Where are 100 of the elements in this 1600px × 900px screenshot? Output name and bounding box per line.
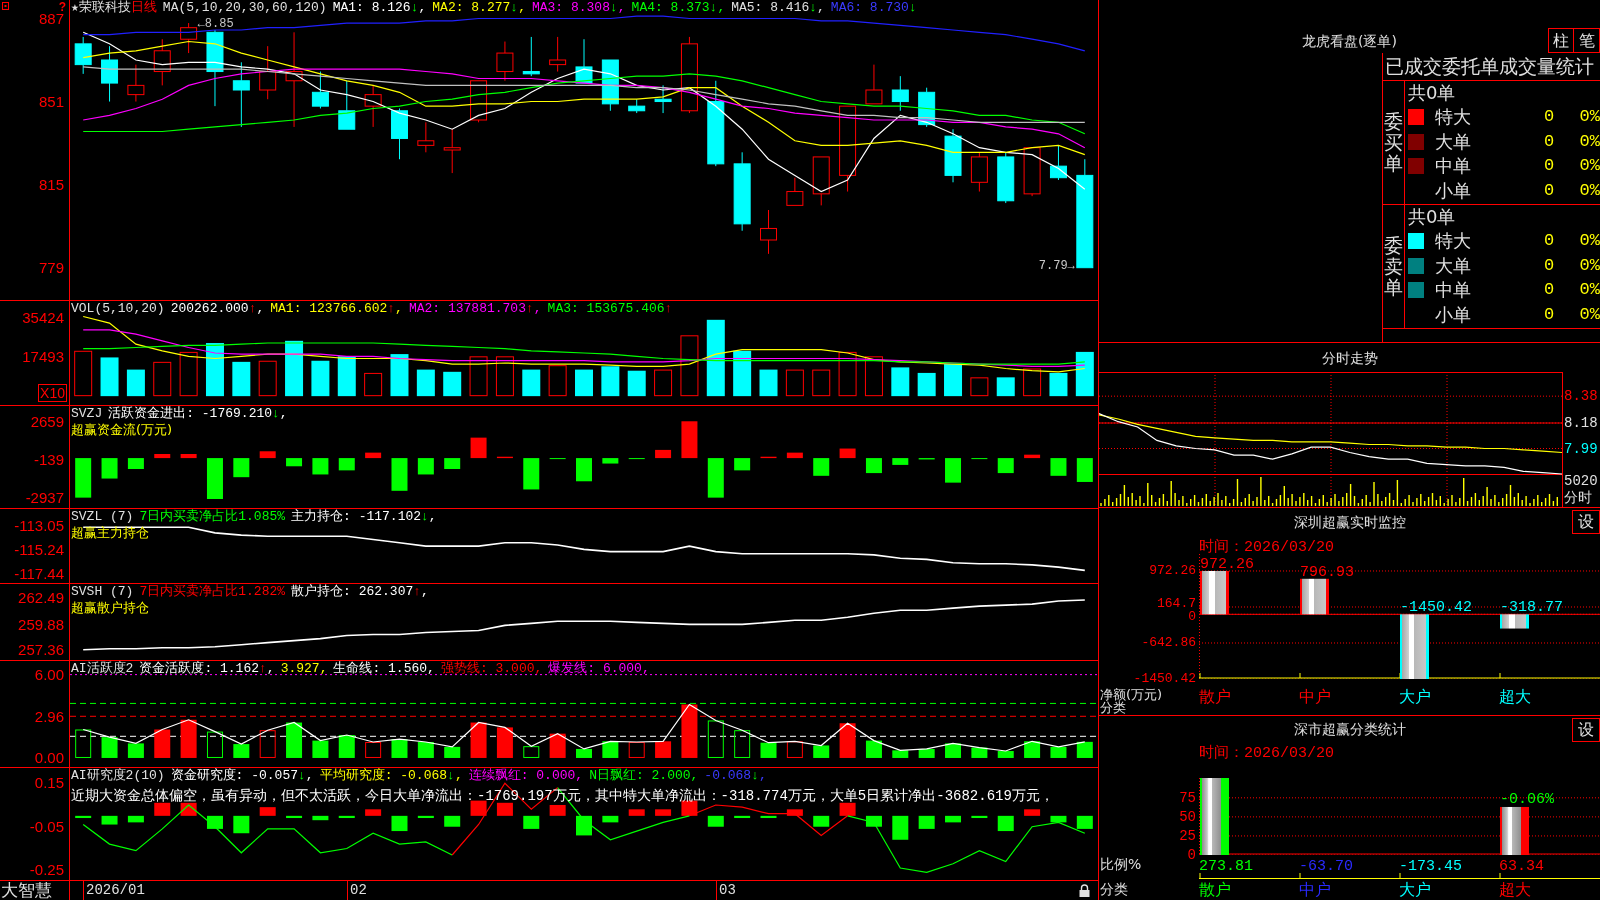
value-label: 796.93	[1300, 563, 1354, 581]
chart-legend: SVZJ 活跃资金进出: -1769.210↓,	[70, 406, 288, 422]
date-label: 2026/01	[83, 881, 145, 900]
chart-legend: ★荣联科技日线 MA(5,10,20,30,60,120) MA1: 8.126↓, MA2: 8.277↓, MA3: 8.308↓, MA4: 8.373↓, MA5: 8.416↓, MA6: 8.730↓	[70, 0, 917, 16]
axis-label: 262.49	[18, 589, 64, 608]
axis-label: 257.36	[18, 641, 64, 660]
candlestick	[127, 64, 145, 103]
order-total: 共0单	[1408, 82, 1456, 104]
axis-label: 164.7	[1157, 598, 1196, 610]
order-type: 小单	[1435, 303, 1471, 326]
axis-label: -1450.42	[1133, 673, 1196, 685]
time-label: 时间：2026/03/20	[1199, 745, 1334, 762]
axis-label: 75	[1179, 789, 1196, 806]
chart-legend: VOL(5,10,20) 200262.000↑, MA1: 123766.602↑, MA2: 137881.703↑, MA3: 153675.406↑	[70, 301, 673, 317]
axis-label: -115.24	[14, 540, 64, 559]
category-label: 散户	[1199, 880, 1231, 899]
axis-label: 6.00	[34, 665, 64, 684]
candlestick	[180, 22, 198, 54]
axis-label: 0.00	[34, 749, 64, 767]
candlestick	[74, 36, 92, 75]
settings-button[interactable]: 设	[1572, 510, 1600, 534]
order-count: 0	[1543, 304, 1555, 325]
value-label: -1450.42	[1400, 599, 1472, 617]
order-share: 0%	[1579, 131, 1600, 152]
category-label: 大户	[1399, 880, 1431, 899]
chart-legend: SVSH (7) 7日内买卖净占比1.282% 散户持仓: 262.307↑,	[70, 584, 429, 600]
axis-label: 8.38	[1564, 387, 1598, 406]
candlestick	[970, 151, 988, 193]
order-type: 中单	[1435, 279, 1471, 302]
order-count: 0	[1543, 180, 1555, 201]
axis-label: 2.96	[34, 707, 64, 726]
category-label: 超大	[1499, 687, 1531, 706]
date-label: 02	[347, 881, 367, 900]
settings-button[interactable]: 设	[1572, 718, 1600, 742]
candlestick	[812, 156, 830, 206]
axis-title: 分类	[1100, 881, 1128, 897]
order-share: 0%	[1579, 107, 1600, 128]
value-label: 972.26	[1200, 556, 1254, 573]
axis-label: 50	[1179, 808, 1196, 825]
order-share: 0%	[1579, 304, 1600, 325]
order-count: 0	[1543, 107, 1555, 128]
candlestick	[865, 64, 883, 105]
order-type: 特大	[1435, 230, 1471, 253]
category-label: 超大	[1499, 880, 1531, 899]
axis-label: 972.26	[1149, 565, 1196, 577]
axis-label: -0.25	[29, 861, 64, 880]
axis-label: 0	[1188, 611, 1196, 624]
candlestick	[232, 61, 250, 128]
order-type: 特大	[1435, 106, 1471, 129]
side-label: 委买单	[1384, 111, 1403, 174]
axis-label: 779	[38, 258, 64, 277]
indicator-title: 超赢主力持仓	[70, 525, 149, 541]
chart-legend: SVZL (7) 7日内买卖净占比1.085% 主力持仓: -117.102↓,	[70, 509, 437, 525]
category-label: 大户	[1399, 687, 1431, 706]
price-annotation: ←8.85	[197, 17, 234, 32]
axis-title: 分类	[1100, 701, 1126, 714]
category-label: 中户	[1299, 687, 1331, 706]
indicator-title: 超赢散户持仓	[70, 600, 149, 616]
order-total: 共0单	[1408, 206, 1456, 228]
candlestick	[1023, 147, 1041, 197]
axis-label: -139	[33, 451, 64, 469]
view-toggle[interactable]: 笔	[1574, 28, 1600, 53]
order-share: 0%	[1579, 156, 1600, 177]
candlestick	[311, 71, 329, 109]
candlestick	[944, 128, 962, 183]
candlestick	[153, 38, 171, 86]
net-value: -173.45	[1399, 858, 1462, 875]
candlestick	[654, 84, 672, 114]
indicator-title: 超赢资金流(万元)	[70, 422, 173, 438]
order-share: 0%	[1579, 180, 1600, 201]
axis-label: 815	[38, 175, 64, 194]
axis-label: 5020	[1564, 473, 1598, 490]
candlestick	[997, 151, 1015, 204]
date-label: 03	[716, 881, 736, 900]
scale-label: X10	[38, 384, 67, 402]
candlestick	[391, 107, 408, 160]
price-annotation: 7.79→	[1038, 258, 1075, 273]
axis-label: -642.86	[1141, 637, 1196, 649]
axis-label: 7.99	[1564, 439, 1598, 458]
help-mark[interactable]: ?	[58, 2, 66, 13]
square-icon	[2, 2, 9, 10]
change-annotation: -0.06%	[1500, 790, 1554, 808]
order-count: 0	[1543, 131, 1555, 152]
axis-label: -117.44	[14, 565, 64, 584]
panel-title: 分时走势	[1321, 348, 1378, 367]
axis-label: 2659	[30, 412, 64, 431]
net-value: -63.70	[1299, 858, 1353, 875]
axis-label: 0.15	[34, 774, 64, 793]
order-count: 0	[1543, 156, 1555, 177]
order-type: 小单	[1435, 179, 1471, 202]
axis-label: 8.18	[1564, 414, 1598, 432]
view-toggle[interactable]: 柱	[1548, 28, 1574, 53]
candlestick	[470, 80, 488, 123]
axis-label: 25	[1179, 827, 1196, 844]
candlestick	[601, 59, 619, 112]
axis-title: 比例%	[1100, 856, 1142, 872]
order-share: 0%	[1579, 280, 1600, 301]
chart-legend: AI研究度2(10) 资金研究度: -0.057↓, 平均研究度: -0.068↓, 连续飘红: 0.000, N日飘红: 2.000, -0.068↓,	[70, 768, 767, 784]
lock-icon[interactable]	[1079, 884, 1090, 897]
order-count: 0	[1543, 255, 1555, 276]
